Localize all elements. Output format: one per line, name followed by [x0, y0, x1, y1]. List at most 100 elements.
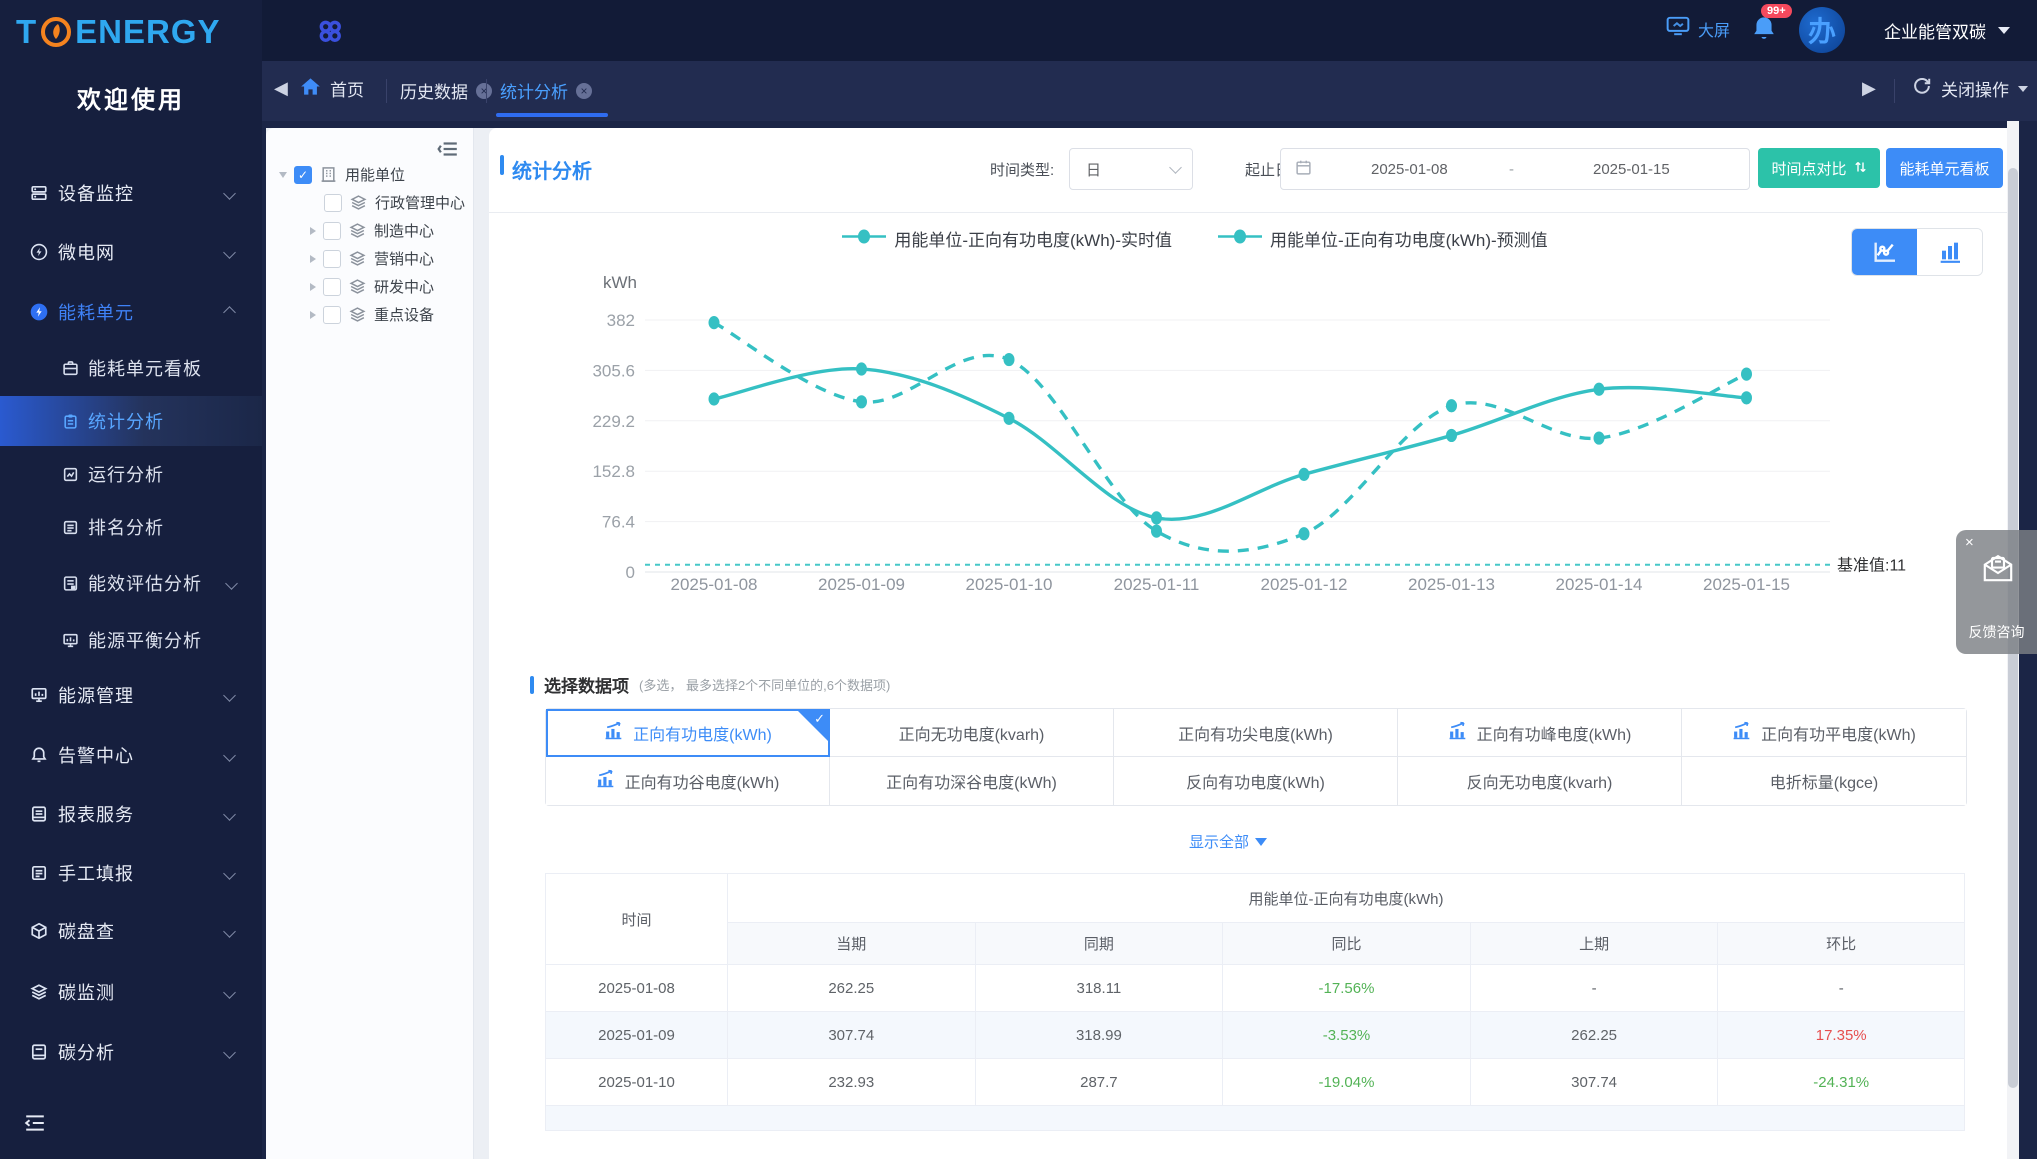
layers-icon [350, 194, 367, 211]
col-header-label: 环比 [1826, 936, 1857, 953]
data-item-label: 反向有功电度(kWh) [1186, 775, 1325, 792]
sidebar-item-carbon-analysis[interactable]: 碳分析 [0, 1030, 262, 1074]
close-operations-dropdown[interactable]: 关闭操作 [1912, 76, 2028, 101]
energy-unit-board-button[interactable]: 能耗单元看板 [1886, 148, 2003, 188]
cell-value: 318.11 [1076, 979, 1122, 997]
tree-collapse-icon[interactable] [437, 138, 459, 160]
check-icon: ✓ [814, 711, 825, 726]
avatar[interactable]: 办 [1799, 7, 1845, 53]
tab-statistics-active[interactable]: 统计分析 × [500, 78, 592, 103]
data-item[interactable]: 正向无功电度(kvarh) [830, 709, 1114, 757]
table-col-header: 同比 [1223, 923, 1471, 965]
sidebar-subitem-label: 能源平衡分析 [88, 631, 202, 651]
big-screen-button[interactable]: 大屏 [1666, 16, 1730, 41]
checkbox-unchecked[interactable] [323, 277, 341, 296]
cell-value: 2025-01-10 [598, 1073, 675, 1091]
tree-node-child[interactable]: 营销中心 [310, 248, 434, 269]
table-cell: - [1718, 965, 1964, 1012]
legend-marker-solid [842, 229, 887, 249]
monitor-doc-icon [62, 466, 79, 483]
checkbox-unchecked[interactable] [323, 305, 341, 324]
legend-item-forecast[interactable]: 用能单位-正向有功电度(kWh)-预测值 [1218, 226, 1548, 251]
sidebar-item-microgrid[interactable]: 微电网 [0, 230, 262, 274]
sidebar-subitem-statistics[interactable]: 统计分析 [0, 396, 262, 446]
checkbox-unchecked[interactable] [323, 221, 341, 240]
tab-close-icon[interactable]: × [476, 82, 492, 99]
tree-caret-icon[interactable] [310, 310, 316, 319]
sidebar-subitem-energy-unit-board[interactable]: 能耗单元看板 [0, 345, 262, 391]
sidebar-item-carbon-inventory[interactable]: 碳盘查 [0, 909, 262, 953]
svg-text:2025-01-08: 2025-01-08 [671, 575, 758, 594]
tabs-scroll-left-icon[interactable]: ◀ [274, 78, 288, 99]
data-item[interactable]: 正向有功峰电度(kWh) [1398, 709, 1682, 757]
section-accent-bar [530, 675, 534, 694]
checkbox-unchecked[interactable] [323, 249, 341, 268]
sidebar-item-alarm-center[interactable]: 告警中心 [0, 733, 262, 777]
chart-board-icon [30, 686, 48, 704]
tab-home[interactable]: 首页 [300, 76, 364, 101]
tab-history-data[interactable]: 历史数据 × [400, 78, 492, 103]
tabs-scroll-right-icon[interactable]: ▶ [1862, 78, 1876, 99]
show-all-link[interactable]: 显示全部 [1189, 831, 1268, 852]
top-header: 大屏 99+ 办 企业能管双碳 [262, 0, 2037, 61]
tab-label: 历史数据 [400, 83, 468, 102]
title-accent-bar [500, 155, 504, 175]
tree-caret-icon[interactable] [310, 226, 316, 235]
sidebar-item-report-service[interactable]: 报表服务 [0, 792, 262, 836]
sidebar-item-carbon-monitoring[interactable]: 碳监测 [0, 970, 262, 1014]
legend-item-realtime[interactable]: 用能单位-正向有功电度(kWh)-实时值 [842, 226, 1172, 251]
layers-icon [349, 222, 366, 239]
checkbox-unchecked[interactable] [324, 193, 342, 212]
legend-marker-dashed [1218, 229, 1262, 249]
date-range-input[interactable]: 2025-01-08 - 2025-01-15 [1280, 148, 1750, 190]
checkbox-checked[interactable]: ✓ [294, 165, 312, 184]
data-item[interactable]: 正向有功谷电度(kWh) [546, 757, 830, 805]
data-item[interactable]: 反向无功电度(kvarh) [1398, 757, 1682, 805]
data-item[interactable]: 正向有功尖电度(kWh) [1114, 709, 1398, 757]
active-tab-underline [496, 113, 608, 117]
data-item-selected[interactable]: 正向有功电度(kWh) ✓ [546, 709, 830, 757]
tree-node-child[interactable]: 行政管理中心 [324, 192, 465, 213]
data-item[interactable]: 正向有功平电度(kWh) [1682, 709, 1966, 757]
sidebar-item-manual-entry[interactable]: 手工填报 [0, 851, 262, 895]
data-item[interactable]: 电折标量(kgce) [1682, 757, 1966, 805]
data-item-label: 正向有功谷电度(kWh) [624, 775, 780, 792]
sidebar-subitem-operation-analysis[interactable]: 运行分析 [0, 451, 262, 497]
time-point-compare-button[interactable]: 时间点对比 [1758, 148, 1880, 188]
col-header-label: 当期 [836, 936, 867, 953]
tree-caret-icon[interactable] [310, 254, 316, 263]
sidebar-item-energy-management[interactable]: 能源管理 [0, 673, 262, 717]
col-header-label: 同比 [1331, 936, 1362, 953]
server-icon [30, 184, 48, 202]
close-icon[interactable]: × [1965, 534, 1974, 551]
notification-bell-icon[interactable] [1750, 14, 1780, 46]
table-cell-date: 2025-01-10 [546, 1059, 728, 1106]
sidebar-subitem-ranking-analysis[interactable]: 排名分析 [0, 504, 262, 550]
tree-node-child[interactable]: 制造中心 [310, 220, 434, 241]
tree-node-child[interactable]: 重点设备 [310, 304, 434, 325]
col-header-label: 上期 [1579, 936, 1610, 953]
data-item[interactable]: 反向有功电度(kWh) [1114, 757, 1398, 805]
feedback-label: 反馈咨询 [1968, 624, 2025, 640]
apps-grid-icon[interactable] [317, 18, 343, 44]
tab-close-icon[interactable]: × [576, 82, 592, 99]
sidebar-subitem-energy-balance[interactable]: 能源平衡分析 [0, 617, 262, 663]
org-switcher[interactable]: 企业能管双碳 [1884, 18, 2010, 43]
cell-value: - [1838, 979, 1844, 997]
table-cell: 262.25 [1470, 1012, 1719, 1059]
cube-icon [30, 922, 48, 940]
sidebar-item-device-monitor[interactable]: 设备监控 [0, 171, 262, 215]
sidebar-item-energy-unit[interactable]: 能耗单元 [0, 290, 262, 334]
close-operations-label: 关闭操作 [1941, 81, 2009, 100]
data-item[interactable]: 正向有功深谷电度(kWh) [830, 757, 1114, 805]
time-type-select[interactable]: 日 [1069, 148, 1193, 190]
tree-node-root[interactable]: ✓ 用能单位 [279, 164, 405, 185]
svg-text:2025-01-13: 2025-01-13 [1408, 575, 1495, 594]
tree-caret-icon[interactable] [310, 282, 316, 291]
sidebar-subitem-efficiency-evaluation[interactable]: 能效评估分析 [0, 560, 262, 606]
cell-value: 307.74 [1571, 1073, 1618, 1091]
tree-caret-icon[interactable] [279, 171, 287, 178]
feedback-widget[interactable]: × 反馈咨询 [1956, 530, 2037, 654]
sidebar-collapse-icon[interactable] [24, 1112, 48, 1136]
tree-node-child[interactable]: 研发中心 [310, 276, 434, 297]
